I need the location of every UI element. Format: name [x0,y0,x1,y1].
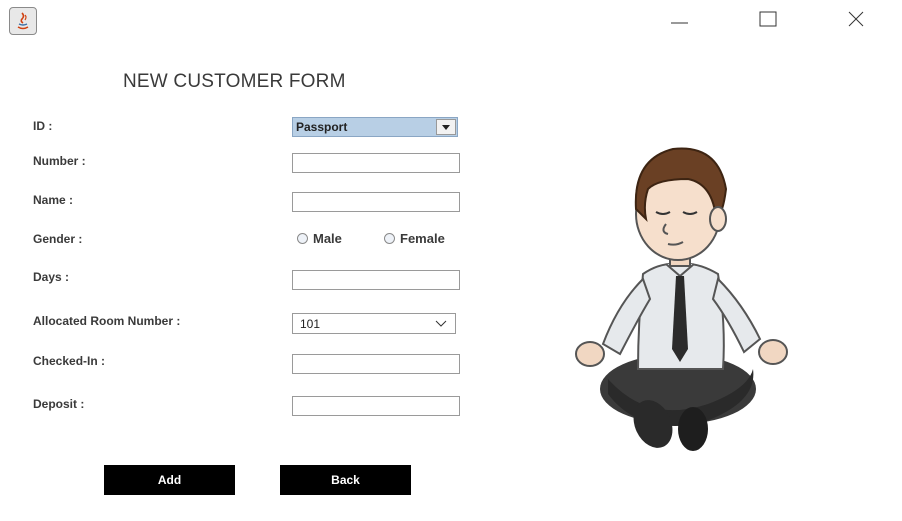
days-label: Days : [33,270,70,284]
female-radio-label: Female [400,231,445,246]
deposit-input[interactable] [292,396,460,416]
checked-in-label: Checked-In : [33,354,106,368]
name-label: Name : [33,193,74,207]
female-radio[interactable]: Female [384,231,445,246]
id-type-select[interactable]: Passport [292,117,458,137]
days-input[interactable] [292,270,460,290]
checked-in-input[interactable] [292,354,460,374]
dropdown-arrow-icon[interactable] [436,119,456,135]
meditating-man-illustration [548,124,808,469]
number-input[interactable] [292,153,460,173]
number-label: Number : [33,154,86,168]
maximize-icon[interactable] [751,6,785,32]
java-app-icon [9,7,37,35]
male-radio[interactable]: Male [297,231,342,246]
add-button[interactable]: Add [104,465,235,495]
room-label: Allocated Room Number : [33,314,181,328]
radio-circle-icon [297,233,308,245]
close-icon[interactable] [839,6,873,32]
name-input[interactable] [292,192,460,212]
form-title: NEW CUSTOMER FORM [123,71,346,92]
radio-circle-icon [384,233,395,245]
minimize-icon[interactable] [663,6,697,32]
room-number-value: 101 [300,317,321,331]
male-radio-label: Male [313,231,342,246]
id-label: ID : [33,119,53,133]
back-button[interactable]: Back [280,465,411,495]
gender-label: Gender : [33,232,83,246]
id-type-value: Passport [296,120,348,134]
deposit-label: Deposit : [33,397,85,411]
chevron-down-icon[interactable] [435,317,447,331]
room-number-select[interactable]: 101 [292,313,456,334]
